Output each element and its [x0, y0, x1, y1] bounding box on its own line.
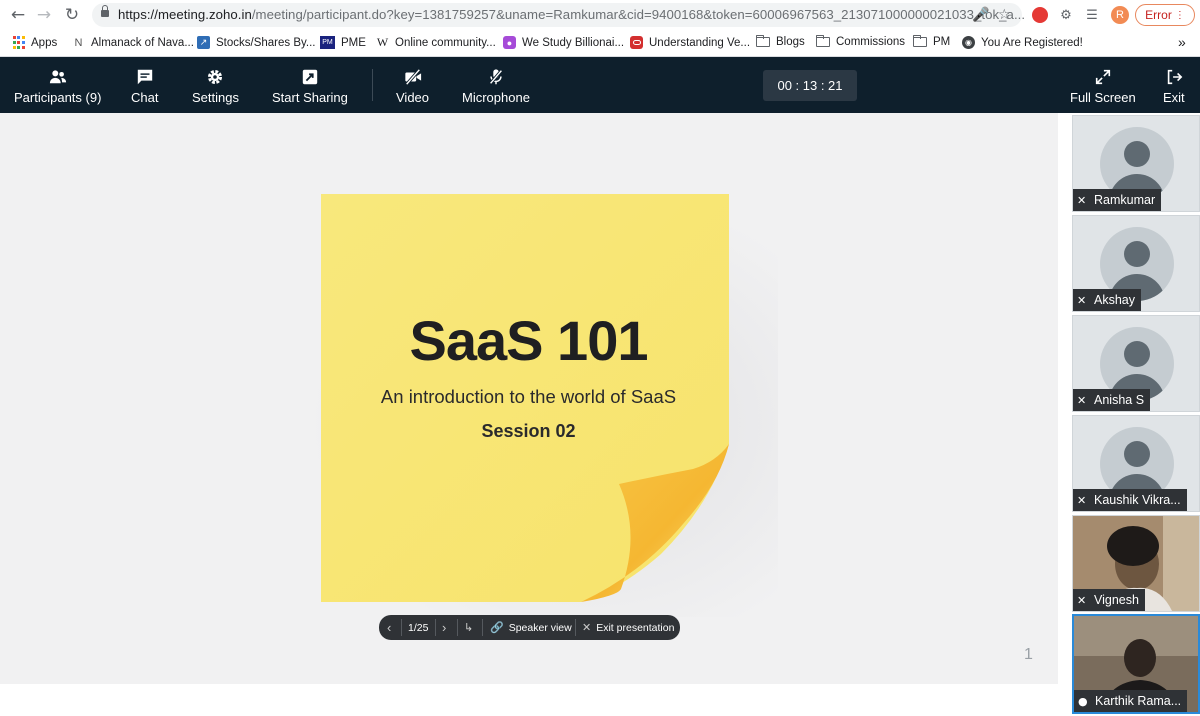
error-label: Error: [1145, 8, 1172, 22]
bookmark-online-community[interactable]: W Online community...: [376, 35, 496, 49]
divider: [457, 619, 458, 636]
globe-icon: ◉: [962, 36, 975, 49]
participant-name-tag: ✕ Akshay: [1073, 289, 1141, 311]
bookmark-stocks[interactable]: ↗ Stocks/Shares By...: [197, 36, 316, 49]
participant-video-tile-active[interactable]: ● Karthik Rama...: [1072, 614, 1200, 714]
reload-icon[interactable]: ↻: [61, 4, 83, 26]
bookmark-registered[interactable]: ◉ You Are Registered!: [962, 36, 1083, 49]
bookmark-folder-commissions[interactable]: Commissions: [815, 35, 905, 48]
mic-muted-icon: ✕: [1077, 493, 1087, 507]
bookmark-apps[interactable]: Apps: [12, 36, 57, 49]
profile-avatar[interactable]: R: [1111, 6, 1129, 24]
video-button[interactable]: Video: [396, 57, 429, 113]
exit-button[interactable]: Exit: [1163, 57, 1185, 113]
participant-video-tile[interactable]: ✕ Vignesh: [1072, 515, 1200, 612]
bookmarks-bar: Apps N Almanack of Nava... ↗ Stocks/Shar…: [0, 30, 1200, 57]
url-input[interactable]: https://meeting.zoho.in/meeting/particip…: [92, 3, 1026, 27]
pm-logo-icon: PM: [320, 36, 335, 49]
bookmark-almanack[interactable]: N Almanack of Nava...: [72, 36, 194, 49]
start-sharing-button[interactable]: Start Sharing: [272, 57, 348, 113]
lock-icon: [101, 5, 109, 17]
participant-name-tag: ✕ Vignesh: [1073, 589, 1145, 611]
microphone-button[interactable]: Microphone: [462, 57, 530, 113]
mic-muted-icon: ✕: [1077, 593, 1087, 607]
bookmark-folder-blogs[interactable]: Blogs: [755, 35, 805, 48]
participant-tile[interactable]: ✕ Kaushik Vikra...: [1072, 415, 1200, 512]
participant-name-tag: ✕ Ramkumar: [1073, 189, 1162, 211]
more-icon: ⋮: [1174, 9, 1185, 21]
oracle-icon: [630, 36, 643, 49]
slide-session: Session 02: [481, 421, 576, 441]
participant-tile[interactable]: ✕ Ramkumar: [1072, 115, 1200, 212]
forward-arrow-icon[interactable]: →: [33, 4, 55, 26]
divider: [575, 619, 576, 636]
link-icon: 🔗: [490, 621, 504, 634]
mic-muted-icon: ✕: [1077, 393, 1087, 407]
podcast-icon: ●: [503, 36, 516, 49]
participants-icon: [49, 69, 66, 83]
next-slide-icon[interactable]: ›: [442, 615, 446, 640]
stocks-icon: ↗: [197, 36, 210, 49]
gear-icon: [208, 69, 223, 84]
participant-tile[interactable]: ✕ Akshay: [1072, 215, 1200, 312]
error-button[interactable]: Error ⋮: [1135, 4, 1195, 26]
exit-presentation-button[interactable]: ✕ Exit presentation: [582, 615, 674, 640]
bookmark-folder-pm[interactable]: PM: [912, 35, 950, 48]
wikipedia-icon: W: [376, 35, 389, 49]
puzzle-icon[interactable]: ⚙: [1056, 5, 1076, 25]
share-screen-icon: [302, 69, 318, 84]
full-screen-button[interactable]: Full Screen: [1070, 57, 1136, 113]
toolbar-divider: [372, 69, 373, 101]
slide-title: SaaS 101: [409, 309, 649, 372]
page-number: 1: [1024, 646, 1033, 663]
participant-tile[interactable]: ✕ Anisha S: [1072, 315, 1200, 412]
folder-icon: [912, 35, 927, 47]
chat-button[interactable]: Chat: [131, 57, 158, 113]
participants-button[interactable]: Participants (9): [14, 57, 101, 113]
folder-icon: [755, 35, 770, 47]
browser-address-bar: ← → ↻ https://meeting.zoho.in/meeting/pa…: [0, 0, 1200, 30]
collapse-icon[interactable]: ↳: [464, 615, 473, 640]
back-arrow-icon[interactable]: ←: [7, 4, 29, 26]
mic-on-icon: ●: [1078, 694, 1088, 708]
speaker-view-button[interactable]: 🔗 Speaker view: [490, 615, 572, 640]
n-logo-icon: N: [74, 36, 83, 49]
mic-icon[interactable]: 🎤: [972, 7, 989, 23]
extension-icon[interactable]: [1030, 5, 1050, 25]
meeting-toolbar: Participants (9) Chat Settings Start Sha…: [0, 57, 1200, 113]
bookmark-pme[interactable]: PM PME: [320, 36, 366, 49]
page-indicator: 1/25: [408, 621, 429, 634]
divider: [482, 619, 483, 636]
stage-footer: [0, 686, 1070, 716]
microphone-off-icon: [489, 68, 503, 84]
chat-icon: [137, 69, 152, 84]
settings-button[interactable]: Settings: [192, 57, 239, 113]
exit-icon: [1167, 69, 1183, 84]
mic-muted-icon: ✕: [1077, 293, 1087, 307]
previous-slide-icon[interactable]: ‹: [387, 615, 391, 640]
close-icon: ✕: [582, 622, 592, 634]
presentation-controls: ‹ 1/25 › ↳ 🔗 Speaker view ✕ Exit present…: [379, 615, 680, 640]
bookmarks-overflow-button[interactable]: »: [1178, 34, 1186, 50]
folder-icon: [815, 35, 830, 47]
participant-name-tag: ✕ Anisha S: [1073, 389, 1151, 411]
reading-list-icon[interactable]: ☰: [1082, 5, 1102, 25]
video-off-icon: [404, 68, 421, 85]
slide-subtitle: An introduction to the world of SaaS: [380, 386, 677, 407]
divider: [401, 619, 402, 636]
star-icon[interactable]: ☆: [998, 7, 1011, 23]
url-text: https://meeting.zoho.in/meeting/particip…: [118, 7, 1026, 22]
mic-muted-icon: ✕: [1077, 193, 1087, 207]
expand-icon: [1095, 69, 1110, 84]
divider: [435, 619, 436, 636]
participant-name-tag: ● Karthik Rama...: [1074, 690, 1188, 712]
bookmark-billionaires[interactable]: ● We Study Billionai...: [503, 36, 624, 49]
participant-name-tag: ✕ Kaushik Vikra...: [1073, 489, 1187, 511]
bookmark-understanding[interactable]: Understanding Ve...: [630, 36, 750, 49]
apps-grid-icon: [12, 36, 25, 49]
meeting-timer: 00 : 13 : 21: [763, 70, 857, 101]
